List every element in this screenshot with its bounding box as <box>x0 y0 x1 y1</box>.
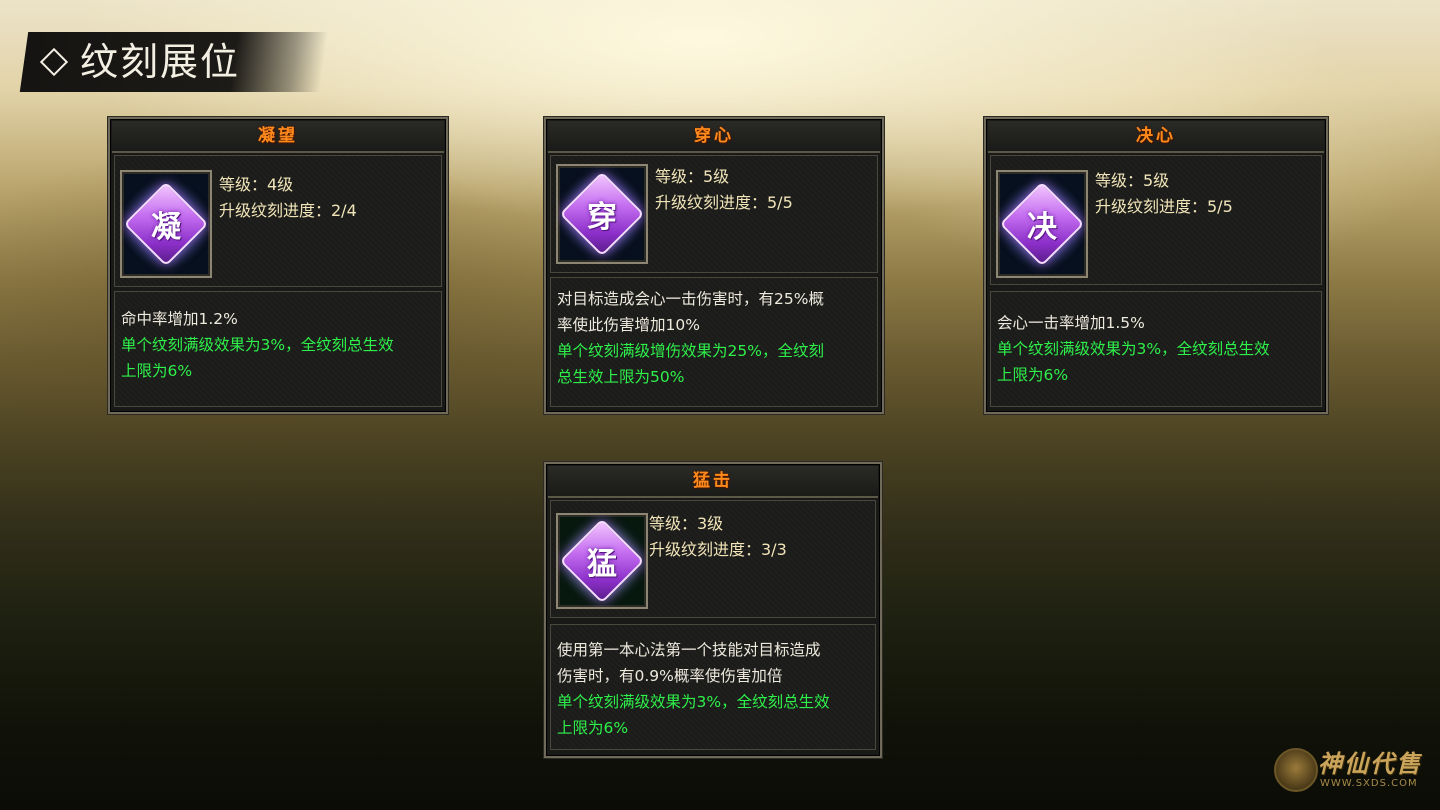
rune-desc-line: 伤害时，有0.9%概率使伤害加倍 <box>557 667 783 685</box>
rune-stats: 等级：5级 升级纹刻进度：5/5 <box>655 164 793 216</box>
page-title-text: 纹刻展位 <box>80 40 241 84</box>
rune-desc-line: 使用第一本心法第一个技能对目标造成 <box>557 641 821 659</box>
rune-progress: 升级纹刻进度：5/5 <box>655 193 793 212</box>
panel-info-section: 决 等级：5级 升级纹刻进度：5/5 <box>990 155 1322 285</box>
rune-glyph: 凝 <box>151 210 181 245</box>
panel-desc-section: 使用第一本心法第一个技能对目标造成 伤害时，有0.9%概率使伤害加倍 单个纹刻满… <box>550 624 876 750</box>
rune-progress: 升级纹刻进度：5/5 <box>1095 197 1233 216</box>
panel-title: 决心 <box>988 121 1324 153</box>
emblem-icon <box>1274 748 1318 792</box>
rune-level: 等级：3级 <box>649 514 724 533</box>
rune-bonus-line: 上限为6% <box>121 362 193 380</box>
rune-level: 等级：5级 <box>655 167 730 186</box>
rune-level: 等级：5级 <box>1095 171 1170 190</box>
rune-level: 等级：4级 <box>219 175 294 194</box>
rune-panel-mengji: 猛击 猛 等级：3级 升级纹刻进度：3/3 使用第一本心法第一个技能对目标造成 … <box>544 462 882 758</box>
rune-icon-slot[interactable]: 凝 <box>120 170 212 278</box>
rune-bonus-line: 单个纹刻满级增伤效果为25%，全纹刻 <box>557 342 824 360</box>
rune-progress: 升级纹刻进度：3/3 <box>649 540 787 559</box>
rune-bonus-line: 上限为6% <box>997 366 1069 384</box>
panel-title: 穿心 <box>548 121 880 153</box>
diamond-icon <box>39 47 69 77</box>
rune-stats: 等级：3级 升级纹刻进度：3/3 <box>649 511 787 563</box>
rune-bonus-line: 总生效上限为50% <box>557 368 685 386</box>
panel-title: 猛击 <box>548 466 878 498</box>
panel-desc-section: 对目标造成会心一击伤害时，有25%概 率使此伤害增加10% 单个纹刻满级增伤效果… <box>550 277 878 407</box>
panel-title: 凝望 <box>112 121 444 153</box>
panel-desc-section: 会心一击率增加1.5% 单个纹刻满级效果为3%，全纹刻总生效 上限为6% <box>990 291 1322 407</box>
rune-stats: 等级：5级 升级纹刻进度：5/5 <box>1095 168 1233 220</box>
rune-panel-chuanxin: 穿心 穿 等级：5级 升级纹刻进度：5/5 对目标造成会心一击伤害时，有25%概… <box>544 117 884 414</box>
panel-desc-section: 命中率增加1.2% 单个纹刻满级效果为3%，全纹刻总生效 上限为6% <box>114 291 442 407</box>
rune-panel-ningwang: 凝望 凝 等级：4级 升级纹刻进度：2/4 命中率增加1.2% 单个纹刻满级效果… <box>108 117 448 414</box>
rune-panel-juexin: 决心 决 等级：5级 升级纹刻进度：5/5 会心一击率增加1.5% 单个纹刻满级… <box>984 117 1328 414</box>
panel-info-section: 凝 等级：4级 升级纹刻进度：2/4 <box>114 155 442 287</box>
page-title: 纹刻展位 <box>38 34 240 90</box>
rune-icon-slot[interactable]: 穿 <box>556 164 648 264</box>
rune-bonus-line: 单个纹刻满级效果为3%，全纹刻总生效 <box>997 340 1270 358</box>
rune-progress: 升级纹刻进度：2/4 <box>219 201 357 220</box>
panel-info-section: 猛 等级：3级 升级纹刻进度：3/3 <box>550 500 876 618</box>
watermark-logo: 神仙代售 WWW.SXDS.COM <box>1270 742 1430 802</box>
rune-desc-line: 对目标造成会心一击伤害时，有25%概 <box>557 290 824 308</box>
rune-desc-line: 率使此伤害增加10% <box>557 316 700 334</box>
rune-bonus-line: 单个纹刻满级效果为3%，全纹刻总生效 <box>121 336 394 354</box>
rune-glyph: 决 <box>1027 210 1057 245</box>
rune-bonus-line: 上限为6% <box>557 719 629 737</box>
rune-desc-line: 会心一击率增加1.5% <box>997 314 1145 332</box>
rune-stats: 等级：4级 升级纹刻进度：2/4 <box>219 172 357 224</box>
panel-info-section: 穿 等级：5级 升级纹刻进度：5/5 <box>550 155 878 273</box>
rune-icon-slot[interactable]: 猛 <box>556 513 648 609</box>
rune-icon-slot[interactable]: 决 <box>996 170 1088 278</box>
watermark-name: 神仙代售 <box>1318 749 1422 778</box>
rune-bonus-line: 单个纹刻满级效果为3%，全纹刻总生效 <box>557 693 830 711</box>
rune-glyph: 猛 <box>587 547 617 582</box>
watermark-url: WWW.SXDS.COM <box>1320 778 1418 789</box>
rune-glyph: 穿 <box>587 200 617 235</box>
rune-desc-line: 命中率增加1.2% <box>121 310 238 328</box>
